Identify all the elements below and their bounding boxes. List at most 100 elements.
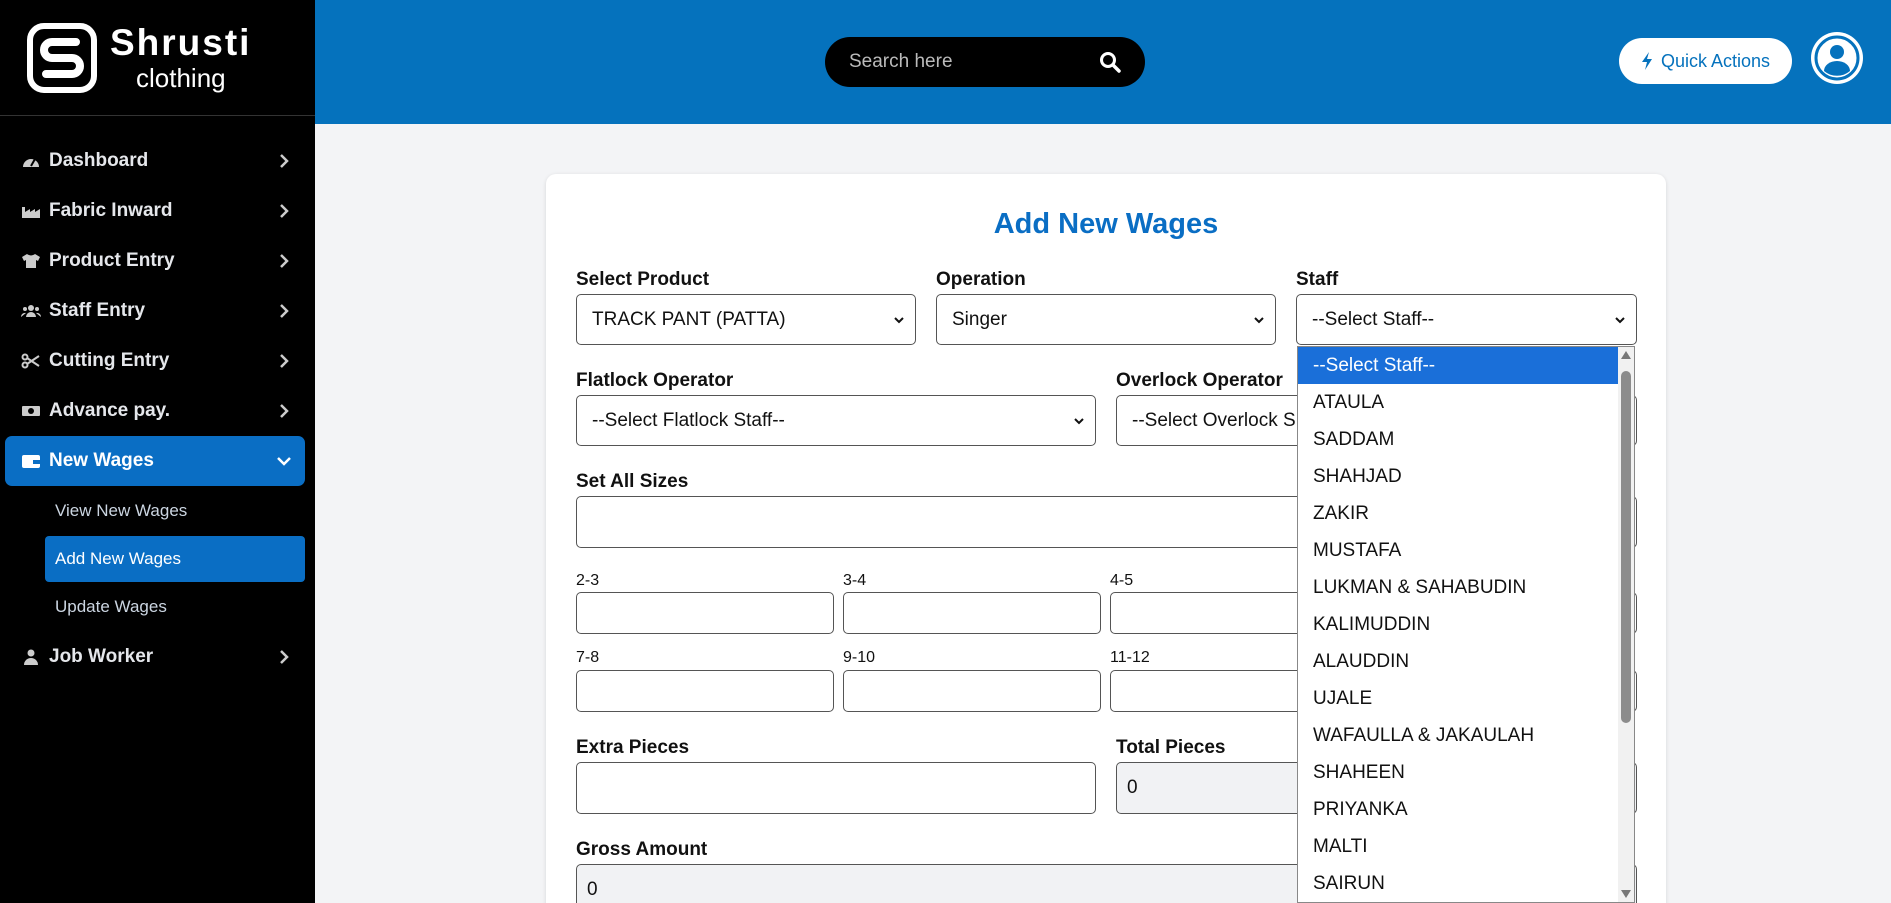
- gauge-icon: [19, 151, 43, 171]
- bolt-icon: [1641, 52, 1652, 70]
- sidebar-item-cutting-entry[interactable]: Cutting Entry: [5, 336, 305, 386]
- logo-icon: [27, 22, 97, 93]
- size-label: 11-12: [1110, 649, 1150, 666]
- sidebar-item-product-entry[interactable]: Product Entry: [5, 236, 305, 286]
- sidebar-item-new-wages[interactable]: New Wages: [5, 436, 305, 486]
- dropdown-option[interactable]: SHAHEEN: [1298, 754, 1618, 791]
- size-label: 7-8: [576, 649, 600, 666]
- staff-dropdown-list[interactable]: --Select Staff-- ATAULA SADDAM SHAHJAD ZAKIR…: [1297, 346, 1635, 903]
- operation-label: Operation: [936, 269, 1026, 290]
- sidebar-item-label: Product Entry: [49, 250, 175, 271]
- dropdown-option[interactable]: SADDAM: [1298, 421, 1618, 458]
- sidebar-item-fabric-inward[interactable]: Fabric Inward: [5, 186, 305, 236]
- dropdown-option[interactable]: --Select Staff--: [1298, 347, 1618, 384]
- dropdown-option[interactable]: KALIMUDDIN: [1298, 606, 1618, 643]
- dropdown-scrollbar[interactable]: [1618, 347, 1634, 902]
- sidebar-item-label: Fabric Inward: [49, 200, 173, 221]
- chevron-down-icon: [277, 457, 291, 466]
- extra-pieces-label: Extra Pieces: [576, 737, 690, 758]
- chevron-right-icon: [280, 650, 289, 664]
- dropdown-option[interactable]: WAFAULLA & JAKAULAH: [1298, 717, 1618, 754]
- scroll-down-icon[interactable]: [1621, 890, 1631, 898]
- size-label: 9-10: [843, 649, 876, 666]
- brand-name: Shrusti: [110, 22, 252, 63]
- dropdown-option[interactable]: ZAKIR: [1298, 495, 1618, 532]
- sidebar-subitem-add-new-wages[interactable]: Add New Wages: [45, 536, 305, 582]
- chevron-right-icon: [280, 404, 289, 418]
- user-circle-icon: [1814, 35, 1860, 81]
- sidebar-item-label: Advance pay.: [49, 400, 171, 421]
- chevron-right-icon: [280, 154, 289, 168]
- total-pieces-label: Total Pieces: [1116, 737, 1226, 758]
- sidebar-item-staff-entry[interactable]: Staff Entry: [5, 286, 305, 336]
- users-icon: [19, 301, 43, 321]
- chevron-down-icon: [1254, 316, 1264, 323]
- dropdown-option[interactable]: ATAULA: [1298, 384, 1618, 421]
- sidebar: Shrusti clothing Dashboard Fabric Inward…: [0, 0, 315, 903]
- dropdown-option[interactable]: ALAUDDIN: [1298, 643, 1618, 680]
- select-product-select[interactable]: TRACK PANT (PATTA): [576, 294, 916, 345]
- size-label: 4-5: [1110, 572, 1134, 589]
- staff-value: --Select Staff--: [1312, 308, 1435, 330]
- staff-label: Staff: [1296, 269, 1339, 290]
- sidebar-subitem-view-new-wages[interactable]: View New Wages: [45, 488, 305, 534]
- chevron-down-icon: [1074, 417, 1084, 424]
- operation-value: Singer: [952, 308, 1007, 330]
- extra-pieces-input[interactable]: [576, 762, 1096, 814]
- sidebar-item-label: New Wages: [49, 450, 154, 471]
- topbar: Quick Actions: [315, 0, 1891, 124]
- gross-amount-label: Gross Amount: [576, 839, 708, 860]
- chevron-right-icon: [280, 354, 289, 368]
- brand[interactable]: Shrusti clothing: [0, 0, 315, 116]
- dropdown-option[interactable]: MUSTAFA: [1298, 532, 1618, 569]
- dropdown-option[interactable]: UJALE: [1298, 680, 1618, 717]
- size-input-3-4[interactable]: [843, 592, 1101, 634]
- dropdown-option[interactable]: PRIYANKA: [1298, 791, 1618, 828]
- select-product-value: TRACK PANT (PATTA): [592, 308, 786, 330]
- chevron-right-icon: [280, 304, 289, 318]
- search-icon[interactable]: [1099, 51, 1121, 73]
- total-pieces-value: 0: [1127, 777, 1138, 798]
- sidebar-item-job-worker[interactable]: Job Worker: [5, 632, 305, 682]
- sidebar-item-label: Cutting Entry: [49, 350, 170, 371]
- size-label: 3-4: [843, 572, 867, 589]
- operation-select[interactable]: Singer: [936, 294, 1276, 345]
- staff-select[interactable]: --Select Staff--: [1296, 294, 1637, 345]
- chevron-down-icon: [1615, 316, 1625, 323]
- dropdown-option[interactable]: SAIRUN: [1298, 865, 1618, 902]
- sidebar-nav: Dashboard Fabric Inward Product Entry St…: [0, 136, 315, 682]
- scissors-icon: [19, 351, 43, 371]
- search-bar: [825, 37, 1145, 87]
- flatlock-select[interactable]: --Select Flatlock Staff--: [576, 395, 1096, 446]
- shirt-icon: [19, 251, 43, 271]
- size-input-7-8[interactable]: [576, 670, 834, 712]
- search-input[interactable]: [849, 51, 1099, 73]
- flatlock-value: --Select Flatlock Staff--: [592, 409, 785, 431]
- quick-actions-label: Quick Actions: [1660, 50, 1771, 71]
- chevron-right-icon: [280, 254, 289, 268]
- user-icon: [19, 647, 43, 667]
- avatar[interactable]: [1811, 32, 1863, 84]
- money-icon: [19, 401, 43, 421]
- sidebar-item-dashboard[interactable]: Dashboard: [5, 136, 305, 186]
- sidebar-item-label: Dashboard: [49, 150, 149, 171]
- dropdown-option[interactable]: LUKMAN & SAHABUDIN: [1298, 569, 1618, 606]
- chevron-right-icon: [280, 204, 289, 218]
- scrollbar-thumb[interactable]: [1621, 371, 1631, 723]
- size-input-2-3[interactable]: [576, 592, 834, 634]
- sidebar-item-label: Staff Entry: [49, 300, 146, 321]
- wallet-icon: [19, 451, 43, 471]
- dropdown-option[interactable]: MALTI: [1298, 828, 1618, 865]
- brand-sub: clothing: [136, 63, 226, 93]
- size-input-9-10[interactable]: [843, 670, 1101, 712]
- dropdown-option[interactable]: SHAHJAD: [1298, 458, 1618, 495]
- scroll-up-icon[interactable]: [1621, 351, 1631, 359]
- overlock-value: --Select Overlock S: [1132, 409, 1296, 431]
- sidebar-item-label: Job Worker: [49, 646, 154, 667]
- sidebar-item-advance-pay[interactable]: Advance pay.: [5, 386, 305, 436]
- sidebar-subitem-update-wages[interactable]: Update Wages: [45, 584, 305, 630]
- select-product-label: Select Product: [576, 269, 710, 290]
- quick-actions-button[interactable]: Quick Actions: [1619, 38, 1792, 84]
- chevron-down-icon: [894, 316, 904, 323]
- gross-amount-value: 0: [587, 879, 598, 900]
